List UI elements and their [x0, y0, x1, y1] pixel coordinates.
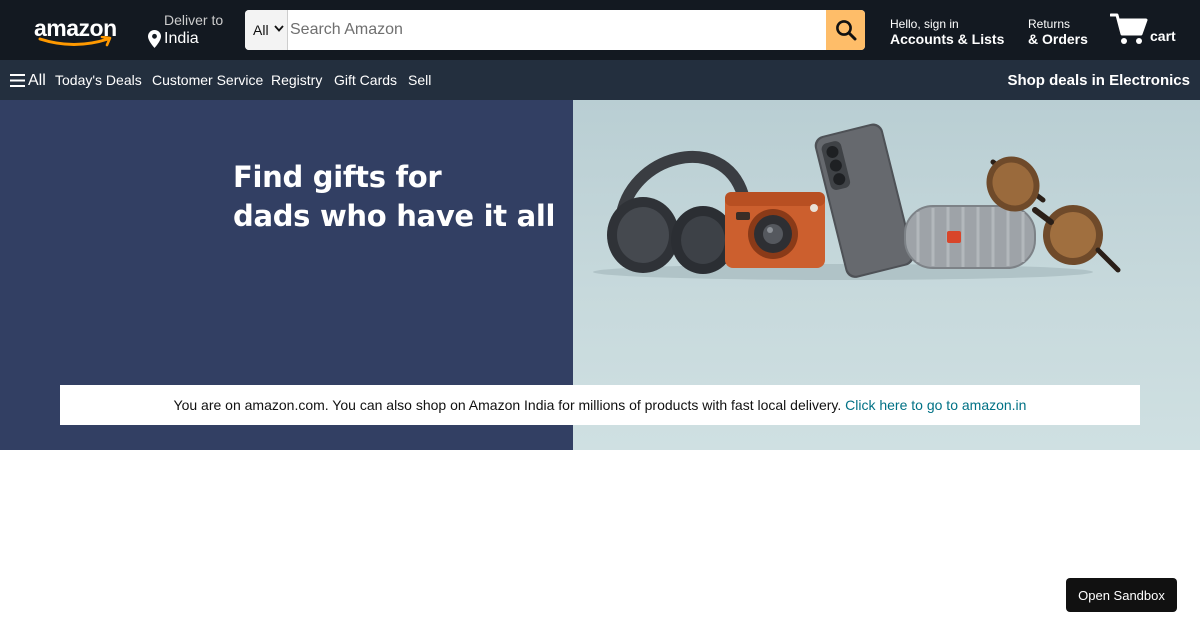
- account-greeting: Hello, sign in: [890, 17, 959, 31]
- hamburger-menu-icon: [10, 74, 25, 87]
- cart-icon: [1110, 13, 1148, 44]
- electronics-deals-link[interactable]: Shop deals in Electronics: [1007, 72, 1190, 89]
- deliver-country: India: [164, 30, 199, 47]
- search-bar: All: [245, 10, 865, 50]
- location-pin-icon: [148, 30, 161, 48]
- go-to-amazon-in-link[interactable]: Click here to go to amazon.in: [845, 397, 1026, 413]
- nav-link-gift-cards[interactable]: Gift Cards: [334, 72, 397, 88]
- account-label: Accounts & Lists: [890, 31, 1005, 47]
- cart-link[interactable]: cart: [1110, 10, 1182, 50]
- deliver-to-label: Deliver to: [164, 12, 224, 28]
- smile-arrow-icon: [38, 36, 112, 47]
- orders-label: & Orders: [1028, 31, 1088, 47]
- returns-label: Returns: [1028, 17, 1071, 31]
- account-lists-menu[interactable]: Hello, sign in Accounts & Lists: [890, 15, 1010, 49]
- headphones-image: [607, 151, 749, 274]
- search-icon: [836, 20, 857, 41]
- instant-camera-image: [725, 192, 825, 268]
- amazon-logo[interactable]: amazon: [30, 12, 120, 48]
- sub-navigation: All Today's Deals Customer Service Regis…: [0, 60, 1200, 100]
- nav-link-todays-deals[interactable]: Today's Deals: [55, 72, 142, 88]
- nav-link-registry[interactable]: Registry: [271, 72, 322, 88]
- search-category-dropdown[interactable]: All: [245, 10, 288, 50]
- top-header: amazon Deliver to India All Hello: [0, 0, 1200, 60]
- deliver-to-location[interactable]: Deliver to India: [148, 11, 228, 49]
- search-category-label: All: [253, 22, 269, 38]
- smartphone-image: [814, 123, 914, 278]
- search-input[interactable]: [288, 10, 826, 50]
- open-sandbox-button[interactable]: Open Sandbox: [1066, 578, 1177, 612]
- all-menu-label: All: [28, 72, 46, 89]
- chevron-down-icon: [274, 25, 284, 32]
- nav-link-customer-service[interactable]: Customer Service: [152, 72, 263, 88]
- hero-banner: Find gifts for dads who have it all You …: [0, 100, 1200, 450]
- search-button[interactable]: [826, 10, 865, 50]
- bluetooth-speaker-image: [904, 205, 1036, 269]
- hero-headline[interactable]: Find gifts for dads who have it all: [233, 158, 563, 236]
- returns-orders-link[interactable]: Returns & Orders: [1028, 15, 1094, 49]
- locale-notice: You are on amazon.com. You can also shop…: [60, 385, 1140, 425]
- hero-headline-line-1: Find gifts for: [233, 160, 442, 194]
- hero-headline-line-2: dads who have it all: [233, 199, 556, 233]
- cart-label: cart: [1150, 28, 1176, 44]
- nav-link-sell[interactable]: Sell: [408, 72, 431, 88]
- locale-notice-text: You are on amazon.com. You can also shop…: [173, 397, 842, 413]
